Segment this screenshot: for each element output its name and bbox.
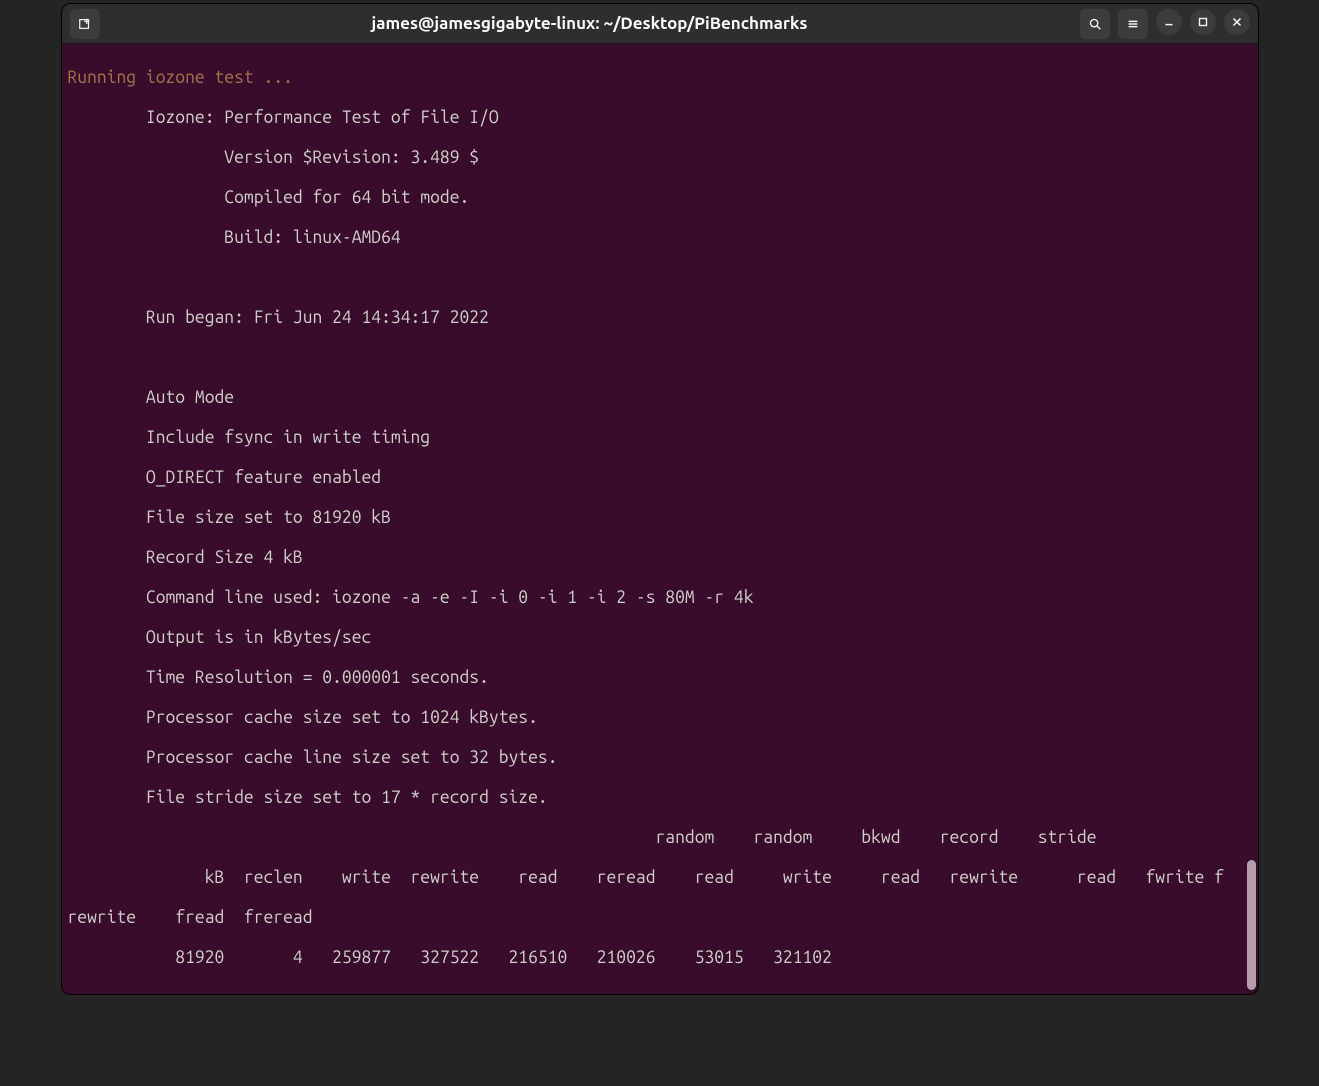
output-line: Running iozone test ... (68, 68, 293, 87)
terminal-window: james@jamesgigabyte-linux: ~/Desktop/PiB… (61, 3, 1259, 995)
output-line: Include fsync in write timing (68, 428, 431, 447)
scroll-thumb[interactable] (1247, 860, 1256, 990)
output-line: File stride size set to 17 * record size… (68, 788, 548, 807)
output-line: rewrite fread freread (68, 908, 313, 927)
close-button[interactable] (1224, 9, 1250, 35)
output-line: Time Resolution = 0.000001 seconds. (68, 668, 489, 687)
output-line: Record Size 4 kB (68, 548, 303, 567)
title-bar: james@jamesgigabyte-linux: ~/Desktop/PiB… (62, 4, 1258, 44)
output-line: Processor cache line size set to 32 byte… (68, 748, 558, 767)
output-line: kB reclen write rewrite read reread read… (68, 868, 1224, 887)
output-line: Processor cache size set to 1024 kBytes. (68, 708, 538, 727)
minimize-button[interactable] (1156, 9, 1182, 35)
output-line: Iozone: Performance Test of File I/O (68, 108, 499, 127)
maximize-button[interactable] (1190, 9, 1216, 35)
output-line: Command line used: iozone -a -e -I -i 0 … (68, 588, 754, 607)
output-line: Build: linux-AMD64 (68, 228, 401, 247)
search-button[interactable] (1080, 9, 1110, 39)
output-line: Output is in kBytes/sec (68, 628, 372, 647)
output-line: Compiled for 64 bit mode. (68, 188, 470, 207)
new-tab-button[interactable] (70, 9, 100, 39)
menu-button[interactable] (1118, 9, 1148, 39)
terminal-body[interactable]: Running iozone test ... Iozone: Performa… (62, 44, 1258, 994)
output-line: Run began: Fri Jun 24 14:34:17 2022 (68, 308, 489, 327)
window-title: james@jamesgigabyte-linux: ~/Desktop/PiB… (100, 14, 1080, 33)
output-line: 81920 4 259877 327522 216510 210026 5301… (68, 948, 832, 967)
scrollbar[interactable] (1247, 44, 1256, 994)
output-line: random random bkwd record stride (68, 828, 1097, 847)
output-line: Auto Mode (68, 388, 235, 407)
output-line: Version $Revision: 3.489 $ (68, 148, 480, 167)
output-line: O_DIRECT feature enabled (68, 468, 382, 487)
output-line: File size set to 81920 kB (68, 508, 391, 527)
